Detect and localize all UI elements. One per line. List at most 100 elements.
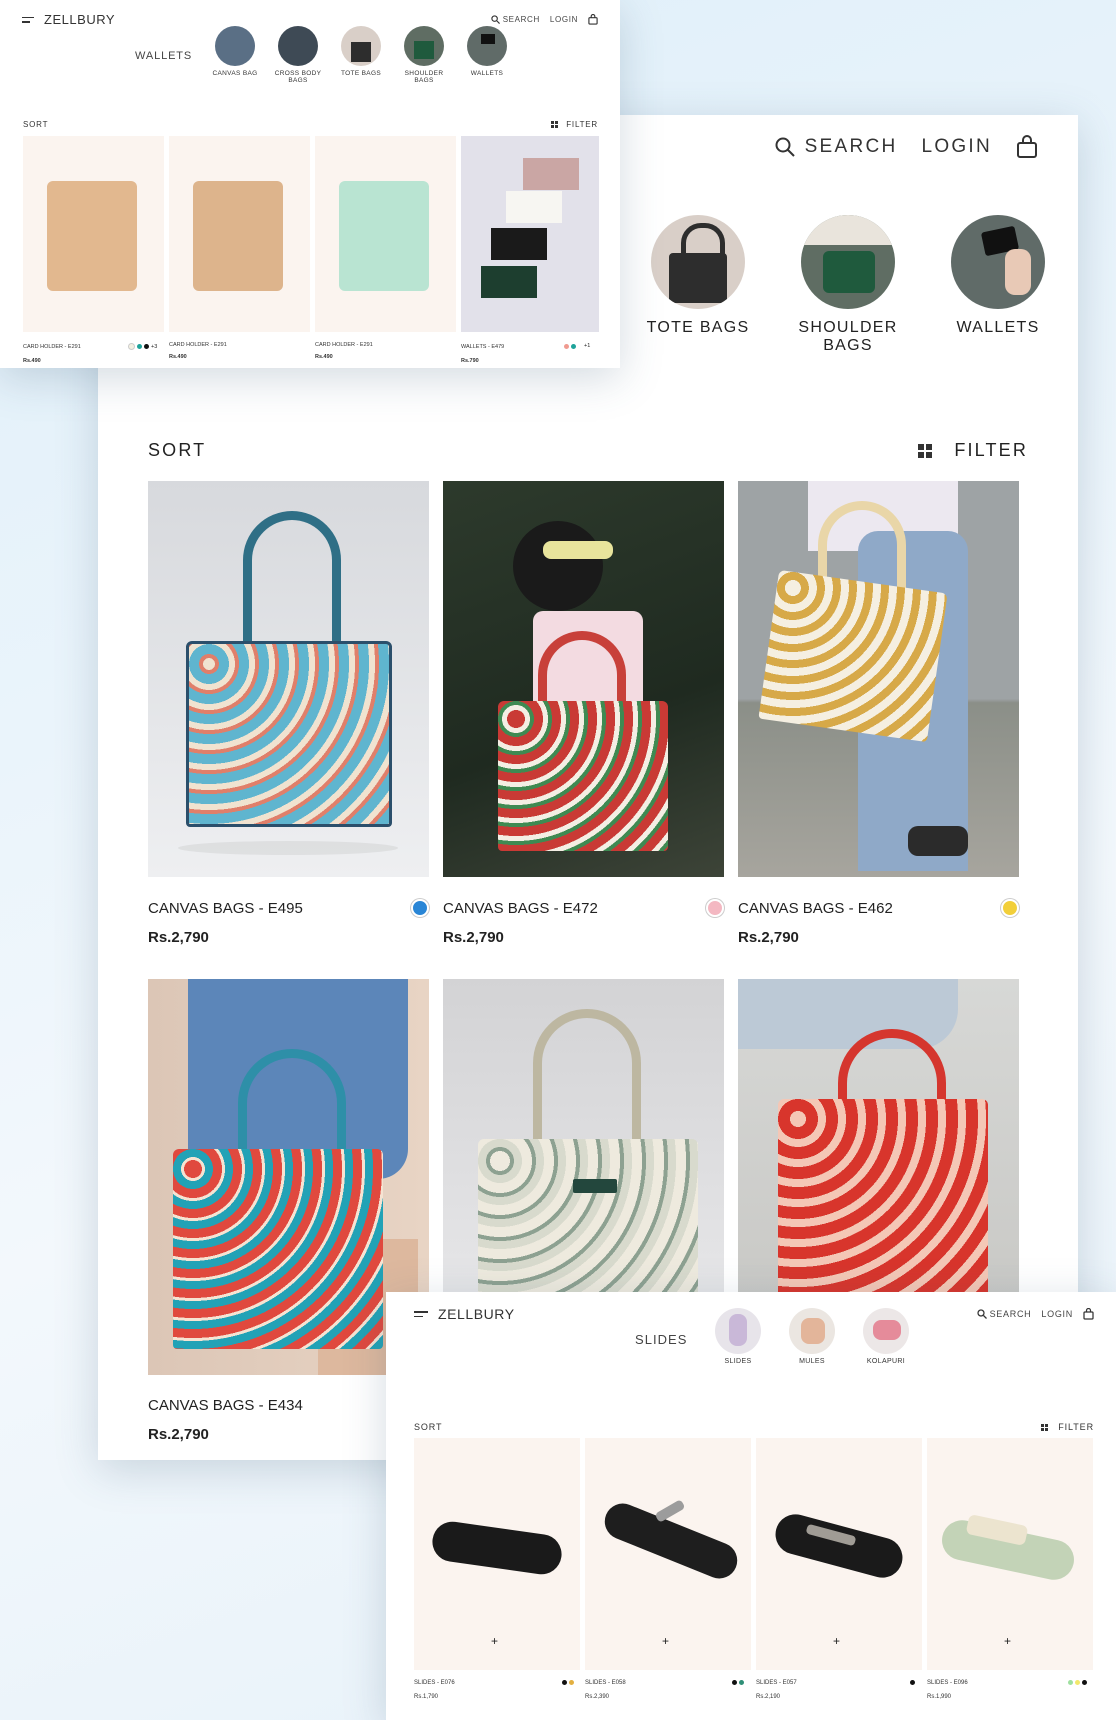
search-link[interactable]: SEARCH xyxy=(976,1309,1032,1319)
product-name: SLIDES - E058 xyxy=(585,1680,626,1686)
add-to-cart-button[interactable]: + xyxy=(833,1634,840,1648)
grid-view-icon[interactable] xyxy=(1041,1423,1049,1431)
shoulder-bags-thumbnail xyxy=(801,215,895,309)
menu-icon[interactable] xyxy=(22,16,34,23)
login-link[interactable]: LOGIN xyxy=(550,15,578,24)
category-shoulder-bags[interactable]: SHOULDER BAGS xyxy=(778,215,918,355)
product-price: Rs.2,390 xyxy=(585,1694,610,1700)
color-swatches[interactable]: +1 xyxy=(564,343,590,349)
category-kolapuri[interactable]: KOLAPURI xyxy=(854,1308,918,1365)
product-price: Rs.490 xyxy=(23,358,41,364)
slides-page-card: ZELLBURY SEARCH LOGIN SLIDES SLIDES MULE… xyxy=(386,1292,1116,1720)
color-swatch[interactable] xyxy=(411,899,429,917)
bag-illustration xyxy=(498,701,668,851)
shopping-bag-icon[interactable] xyxy=(588,14,598,25)
sort-button[interactable]: SORT xyxy=(414,1422,442,1432)
filter-controls: FILTER xyxy=(551,120,598,129)
add-to-cart-button[interactable]: + xyxy=(491,1634,498,1648)
category-wallets[interactable]: WALLETS xyxy=(458,26,516,77)
grid-view-icon[interactable] xyxy=(551,121,559,128)
product-price: Rs.490 xyxy=(315,354,333,360)
filter-controls: FILTER xyxy=(1041,1422,1094,1432)
wallets-thumbnail xyxy=(951,215,1045,309)
sort-button[interactable]: SORT xyxy=(148,440,206,461)
filter-button[interactable]: FILTER xyxy=(1058,1422,1094,1432)
product-image[interactable] xyxy=(461,136,599,332)
category-label: SHOULDER BAGS xyxy=(798,319,898,354)
category-label: CROSS BODY BAGS xyxy=(274,70,322,84)
search-link[interactable]: SEARCH xyxy=(775,136,898,158)
color-swatches[interactable] xyxy=(562,1680,574,1685)
product-name: CANVAS BAGS - E434 xyxy=(148,1397,303,1414)
shopping-bag-icon[interactable] xyxy=(1016,135,1038,159)
product-name: CARD HOLDER - E291 xyxy=(169,342,227,348)
search-link[interactable]: SEARCH xyxy=(491,15,540,24)
product-image[interactable] xyxy=(315,136,456,332)
bag-illustration xyxy=(173,1149,383,1349)
category-label: KOLAPURI xyxy=(866,1358,906,1365)
add-to-cart-button[interactable]: + xyxy=(1004,1634,1011,1648)
product-price: Rs.2,790 xyxy=(738,929,799,946)
color-swatch[interactable] xyxy=(706,899,724,917)
color-swatches[interactable] xyxy=(732,1680,744,1685)
wallets-page-card: ZELLBURY SEARCH LOGIN WALLETS CANVAS BAG… xyxy=(0,0,620,368)
category-label: WALLETS xyxy=(470,70,504,77)
shopping-bag-icon[interactable] xyxy=(1083,1308,1094,1320)
category-thumbnail xyxy=(863,1308,909,1354)
product-image[interactable] xyxy=(23,136,164,332)
menu-icon[interactable] xyxy=(414,1311,428,1317)
grid-view-icon[interactable] xyxy=(918,443,933,458)
more-colors: +1 xyxy=(584,343,591,349)
category-label: CANVAS BAG xyxy=(212,70,258,77)
category-wallets[interactable]: WALLETS xyxy=(928,215,1068,337)
color-swatches[interactable] xyxy=(1068,1680,1087,1685)
product-card[interactable] xyxy=(443,979,724,1297)
category-canvas-bag[interactable]: CANVAS BAG xyxy=(206,26,264,77)
color-swatches[interactable] xyxy=(910,1680,915,1685)
category-label: SHOULDER BAGS xyxy=(404,70,444,84)
brand-logo[interactable]: ZELLBURY xyxy=(438,1306,515,1322)
product-name: CARD HOLDER - E291 xyxy=(315,342,373,348)
bag-illustration xyxy=(478,1139,698,1297)
product-image xyxy=(738,979,1019,1297)
current-category-title: WALLETS xyxy=(135,50,193,62)
category-tote-bags[interactable]: TOTE BAGS xyxy=(332,26,390,77)
login-link[interactable]: LOGIN xyxy=(921,136,992,158)
category-slides[interactable]: SLIDES xyxy=(706,1308,770,1365)
more-colors: +3 xyxy=(151,343,158,350)
product-price: Rs.490 xyxy=(169,354,187,360)
filter-button[interactable]: FILTER xyxy=(566,120,598,129)
category-thumbnail xyxy=(715,1308,761,1354)
category-tote-bags[interactable]: TOTE BAGS xyxy=(628,215,768,337)
product-price: Rs.1,990 xyxy=(927,1694,952,1700)
bag-illustration xyxy=(778,1099,988,1297)
brand-logo[interactable]: ZELLBURY xyxy=(44,12,115,27)
category-mules[interactable]: MULES xyxy=(780,1308,844,1365)
add-to-cart-button[interactable]: + xyxy=(662,1634,669,1648)
product-image xyxy=(443,979,724,1297)
product-price: Rs.2,190 xyxy=(756,1694,781,1700)
search-icon xyxy=(491,15,500,24)
product-card[interactable]: CANVAS BAGS - E462 Rs.2,790 xyxy=(738,481,1019,946)
category-cross-body-bags[interactable]: CROSS BODY BAGS xyxy=(269,26,327,84)
product-image[interactable]: + xyxy=(756,1438,922,1670)
category-label: WALLETS xyxy=(956,319,1040,336)
product-image[interactable] xyxy=(169,136,310,332)
product-image xyxy=(148,481,429,877)
product-image[interactable]: + xyxy=(414,1438,580,1670)
product-image xyxy=(738,481,1019,877)
color-swatches[interactable]: +3 xyxy=(128,343,157,350)
product-card[interactable]: CANVAS BAGS - E472 Rs.2,790 xyxy=(443,481,724,946)
product-image[interactable]: + xyxy=(585,1438,751,1670)
product-name: SLIDES - E057 xyxy=(756,1680,797,1686)
category-shoulder-bags[interactable]: SHOULDER BAGS xyxy=(395,26,453,84)
filter-button[interactable]: FILTER xyxy=(954,440,1028,461)
product-name: WALLETS - E479 xyxy=(461,344,505,350)
product-card[interactable]: CANVAS BAGS - E495 Rs.2,790 xyxy=(148,481,429,946)
product-card[interactable] xyxy=(738,979,1019,1297)
color-swatch[interactable] xyxy=(1001,899,1019,917)
product-image[interactable]: + xyxy=(927,1438,1093,1670)
sort-button[interactable]: SORT xyxy=(23,120,48,129)
search-icon xyxy=(976,1309,987,1319)
login-link[interactable]: LOGIN xyxy=(1041,1309,1073,1319)
